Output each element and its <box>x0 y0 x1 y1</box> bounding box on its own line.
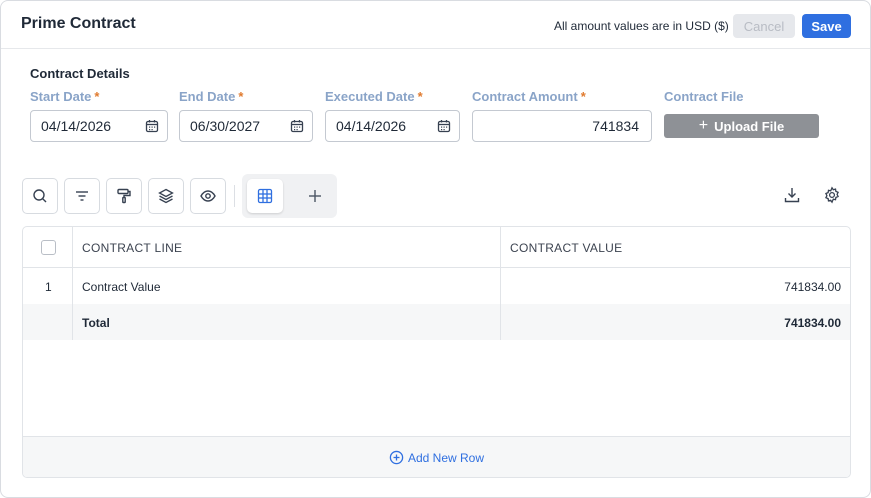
contract-amount-value: 741834 <box>592 118 639 134</box>
cancel-button[interactable]: Cancel <box>733 14 795 38</box>
filter-icon <box>76 191 88 201</box>
search-icon <box>33 189 47 203</box>
column-divider <box>72 227 73 340</box>
end-date-value: 06/30/2027 <box>190 118 261 134</box>
calendar-icon[interactable] <box>290 119 304 133</box>
save-button[interactable]: Save <box>802 14 851 38</box>
add-view-button[interactable] <box>297 179 333 213</box>
add-new-row-button[interactable]: Add New Row <box>23 436 850 477</box>
plus-icon <box>309 190 321 202</box>
gear-icon[interactable] <box>823 186 841 204</box>
paint-roller-icon <box>117 188 131 204</box>
page-title: Prime Contract <box>21 15 136 32</box>
executed-date-field[interactable]: 04/14/2026 <box>325 110 460 142</box>
search-button[interactable] <box>22 178 58 214</box>
contract-amount-input[interactable]: 741834 <box>472 110 652 142</box>
calendar-icon[interactable] <box>145 119 159 133</box>
download-icon[interactable] <box>783 186 801 204</box>
end-date-field[interactable]: 06/30/2027 <box>179 110 313 142</box>
contract-line-cell[interactable]: Contract Value <box>82 280 161 294</box>
end-date-label-text: End Date <box>179 89 236 104</box>
required-marker: * <box>238 89 244 104</box>
upload-file-label: Upload File <box>714 118 785 134</box>
prime-contract-panel: Prime Contract All amount values are in … <box>0 0 871 498</box>
executed-date-label-text: Executed Date <box>325 89 415 104</box>
start-date-label: Start Date * <box>30 89 99 104</box>
group-button[interactable] <box>148 178 184 214</box>
contract-amount-label-text: Contract Amount <box>472 89 578 104</box>
upload-file-button[interactable]: + Upload File <box>664 114 819 138</box>
plus-circle-icon <box>389 450 404 465</box>
visibility-button[interactable] <box>190 178 226 214</box>
format-button[interactable] <box>106 178 142 214</box>
total-value: 741834.00 <box>784 316 841 330</box>
grid-view-button[interactable] <box>247 179 283 213</box>
calendar-icon[interactable] <box>437 119 451 133</box>
eye-icon <box>200 190 216 202</box>
column-header-label: CONTRACT LINE <box>82 241 183 255</box>
start-date-label-text: Start Date <box>30 89 92 104</box>
required-marker: * <box>417 89 423 104</box>
table-row[interactable]: 1 Contract Value 741834.00 <box>23 268 850 304</box>
currency-note: All amount values are in USD ($) <box>554 19 729 33</box>
panel-header: Prime Contract All amount values are in … <box>1 1 870 49</box>
contract-value-cell[interactable]: 741834.00 <box>784 280 841 294</box>
plus-icon: + <box>698 117 709 134</box>
contract-amount-label: Contract Amount * <box>472 89 586 104</box>
executed-date-value: 04/14/2026 <box>336 118 407 134</box>
start-date-field[interactable]: 04/14/2026 <box>30 110 168 142</box>
select-all-checkbox[interactable] <box>41 240 56 255</box>
total-label: Total <box>82 316 110 330</box>
required-marker: * <box>580 89 586 104</box>
layers-icon <box>158 188 174 204</box>
toolbar-divider <box>234 185 235 207</box>
column-divider <box>500 227 501 340</box>
contract-lines-table: CONTRACT LINE CONTRACT VALUE 1 Contract … <box>22 226 851 478</box>
start-date-value: 04/14/2026 <box>41 118 112 134</box>
column-header-contract-line[interactable]: CONTRACT LINE <box>72 227 501 268</box>
end-date-label: End Date * <box>179 89 243 104</box>
filter-button[interactable] <box>64 178 100 214</box>
grid-icon <box>257 188 273 204</box>
add-new-row-label: Add New Row <box>407 450 485 465</box>
select-all-header <box>23 227 72 268</box>
contract-details-title: Contract Details <box>30 66 130 81</box>
contract-file-label: Contract File <box>664 89 744 104</box>
column-header-label: CONTRACT VALUE <box>510 241 623 255</box>
column-header-contract-value[interactable]: CONTRACT VALUE <box>501 227 850 268</box>
total-row: Total 741834.00 <box>23 304 850 340</box>
row-number: 1 <box>45 280 52 294</box>
executed-date-label: Executed Date * <box>325 89 423 104</box>
required-marker: * <box>94 89 100 104</box>
